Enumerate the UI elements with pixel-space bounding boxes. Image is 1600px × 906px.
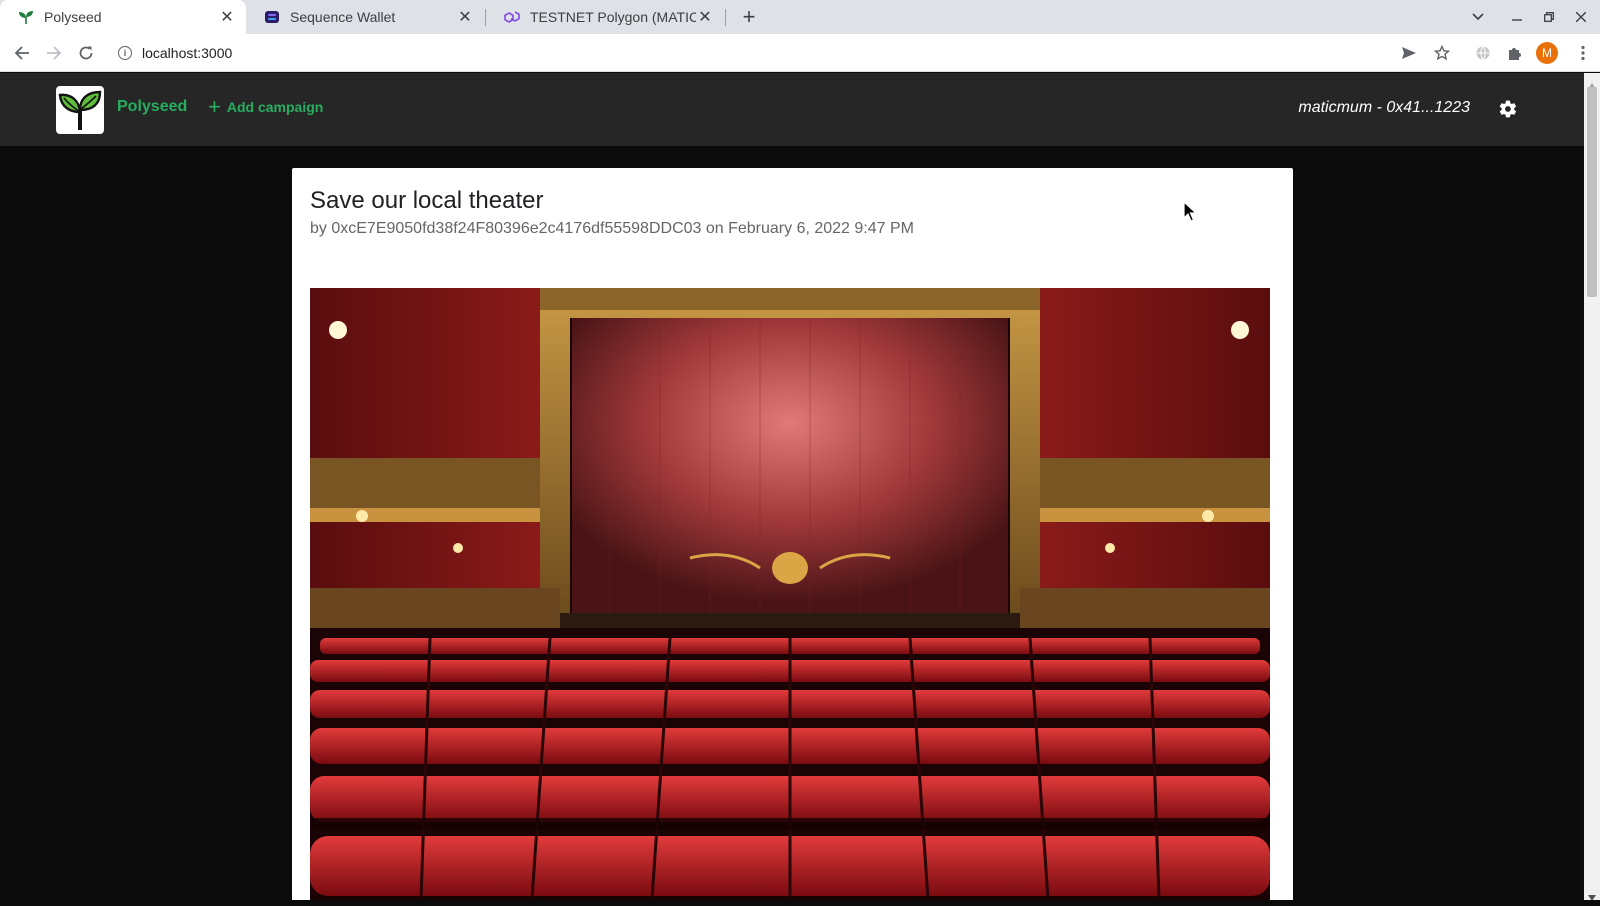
tab-title: Sequence Wallet — [290, 9, 396, 25]
scrollbar-thumb[interactable] — [1587, 87, 1597, 297]
extension-globe-icon[interactable] — [1471, 41, 1495, 65]
url-text: localhost:3000 — [142, 45, 233, 61]
brand-name[interactable]: Polyseed — [117, 98, 187, 116]
polyseed-logo-icon[interactable] — [56, 86, 104, 134]
app-viewport: Polyseed + Add campaign maticmum - 0x41.… — [0, 73, 1584, 900]
polygon-icon — [504, 9, 520, 25]
gear-icon[interactable] — [1496, 97, 1520, 121]
tab-title: TESTNET Polygon (MATIC — [530, 9, 696, 25]
back-icon[interactable] — [8, 39, 36, 67]
campaign-image — [310, 288, 1270, 900]
campaign-card: Save our local theater by 0xcE7E9050fd38… — [292, 168, 1293, 900]
plus-icon: + — [208, 94, 221, 119]
browser-tabstrip: Polyseed ✕ Sequence Wallet ✕ TESTNET Pol… — [0, 0, 1600, 34]
add-campaign-label: Add campaign — [226, 99, 324, 115]
app-header: Polyseed + Add campaign maticmum - 0x41.… — [0, 73, 1584, 146]
extensions-puzzle-icon[interactable] — [1503, 41, 1527, 65]
add-campaign-button[interactable]: + Add campaign — [208, 94, 324, 119]
campaign-byline: by 0xcE7E9050fd38f24F80396e2c4176df55598… — [310, 220, 914, 237]
send-icon[interactable] — [1397, 41, 1421, 65]
tab-polyseed[interactable]: Polyseed ✕ — [0, 0, 246, 34]
bookmark-star-icon[interactable] — [1430, 41, 1454, 65]
close-icon[interactable]: ✕ — [456, 8, 474, 26]
window-close-icon[interactable] — [1566, 0, 1596, 34]
scroll-down-icon[interactable] — [1588, 888, 1596, 901]
tab-testnet-polygon[interactable]: TESTNET Polygon (MATIC ✕ — [486, 0, 724, 34]
wallet-icon — [264, 9, 280, 25]
restore-icon[interactable] — [1534, 0, 1564, 34]
mouse-cursor-icon — [1183, 200, 1198, 223]
browser-menu-icon[interactable] — [1571, 41, 1595, 65]
sprout-icon — [18, 9, 34, 25]
address-bar[interactable]: i localhost:3000 — [108, 38, 1448, 68]
tab-search-icon[interactable] — [1463, 0, 1493, 34]
forward-icon[interactable] — [40, 39, 68, 67]
browser-toolbar: i localhost:3000 M — [0, 34, 1600, 72]
info-icon[interactable]: i — [118, 46, 132, 60]
scroll-up-icon[interactable] — [1588, 76, 1596, 89]
new-tab-button[interactable]: + — [736, 4, 762, 30]
account-label[interactable]: maticmum - 0x41...1223 — [1000, 99, 1470, 117]
tab-title: Polyseed — [44, 9, 102, 25]
tab-sequence-wallet[interactable]: Sequence Wallet ✕ — [246, 0, 484, 34]
page-scrollbar[interactable] — [1584, 73, 1600, 901]
close-icon[interactable]: ✕ — [218, 8, 236, 26]
reload-icon[interactable] — [72, 39, 100, 67]
profile-avatar[interactable]: M — [1536, 42, 1558, 64]
campaign-title: Save our local theater — [310, 187, 544, 214]
minimize-icon[interactable] — [1502, 0, 1532, 34]
close-icon[interactable]: ✕ — [696, 8, 714, 26]
